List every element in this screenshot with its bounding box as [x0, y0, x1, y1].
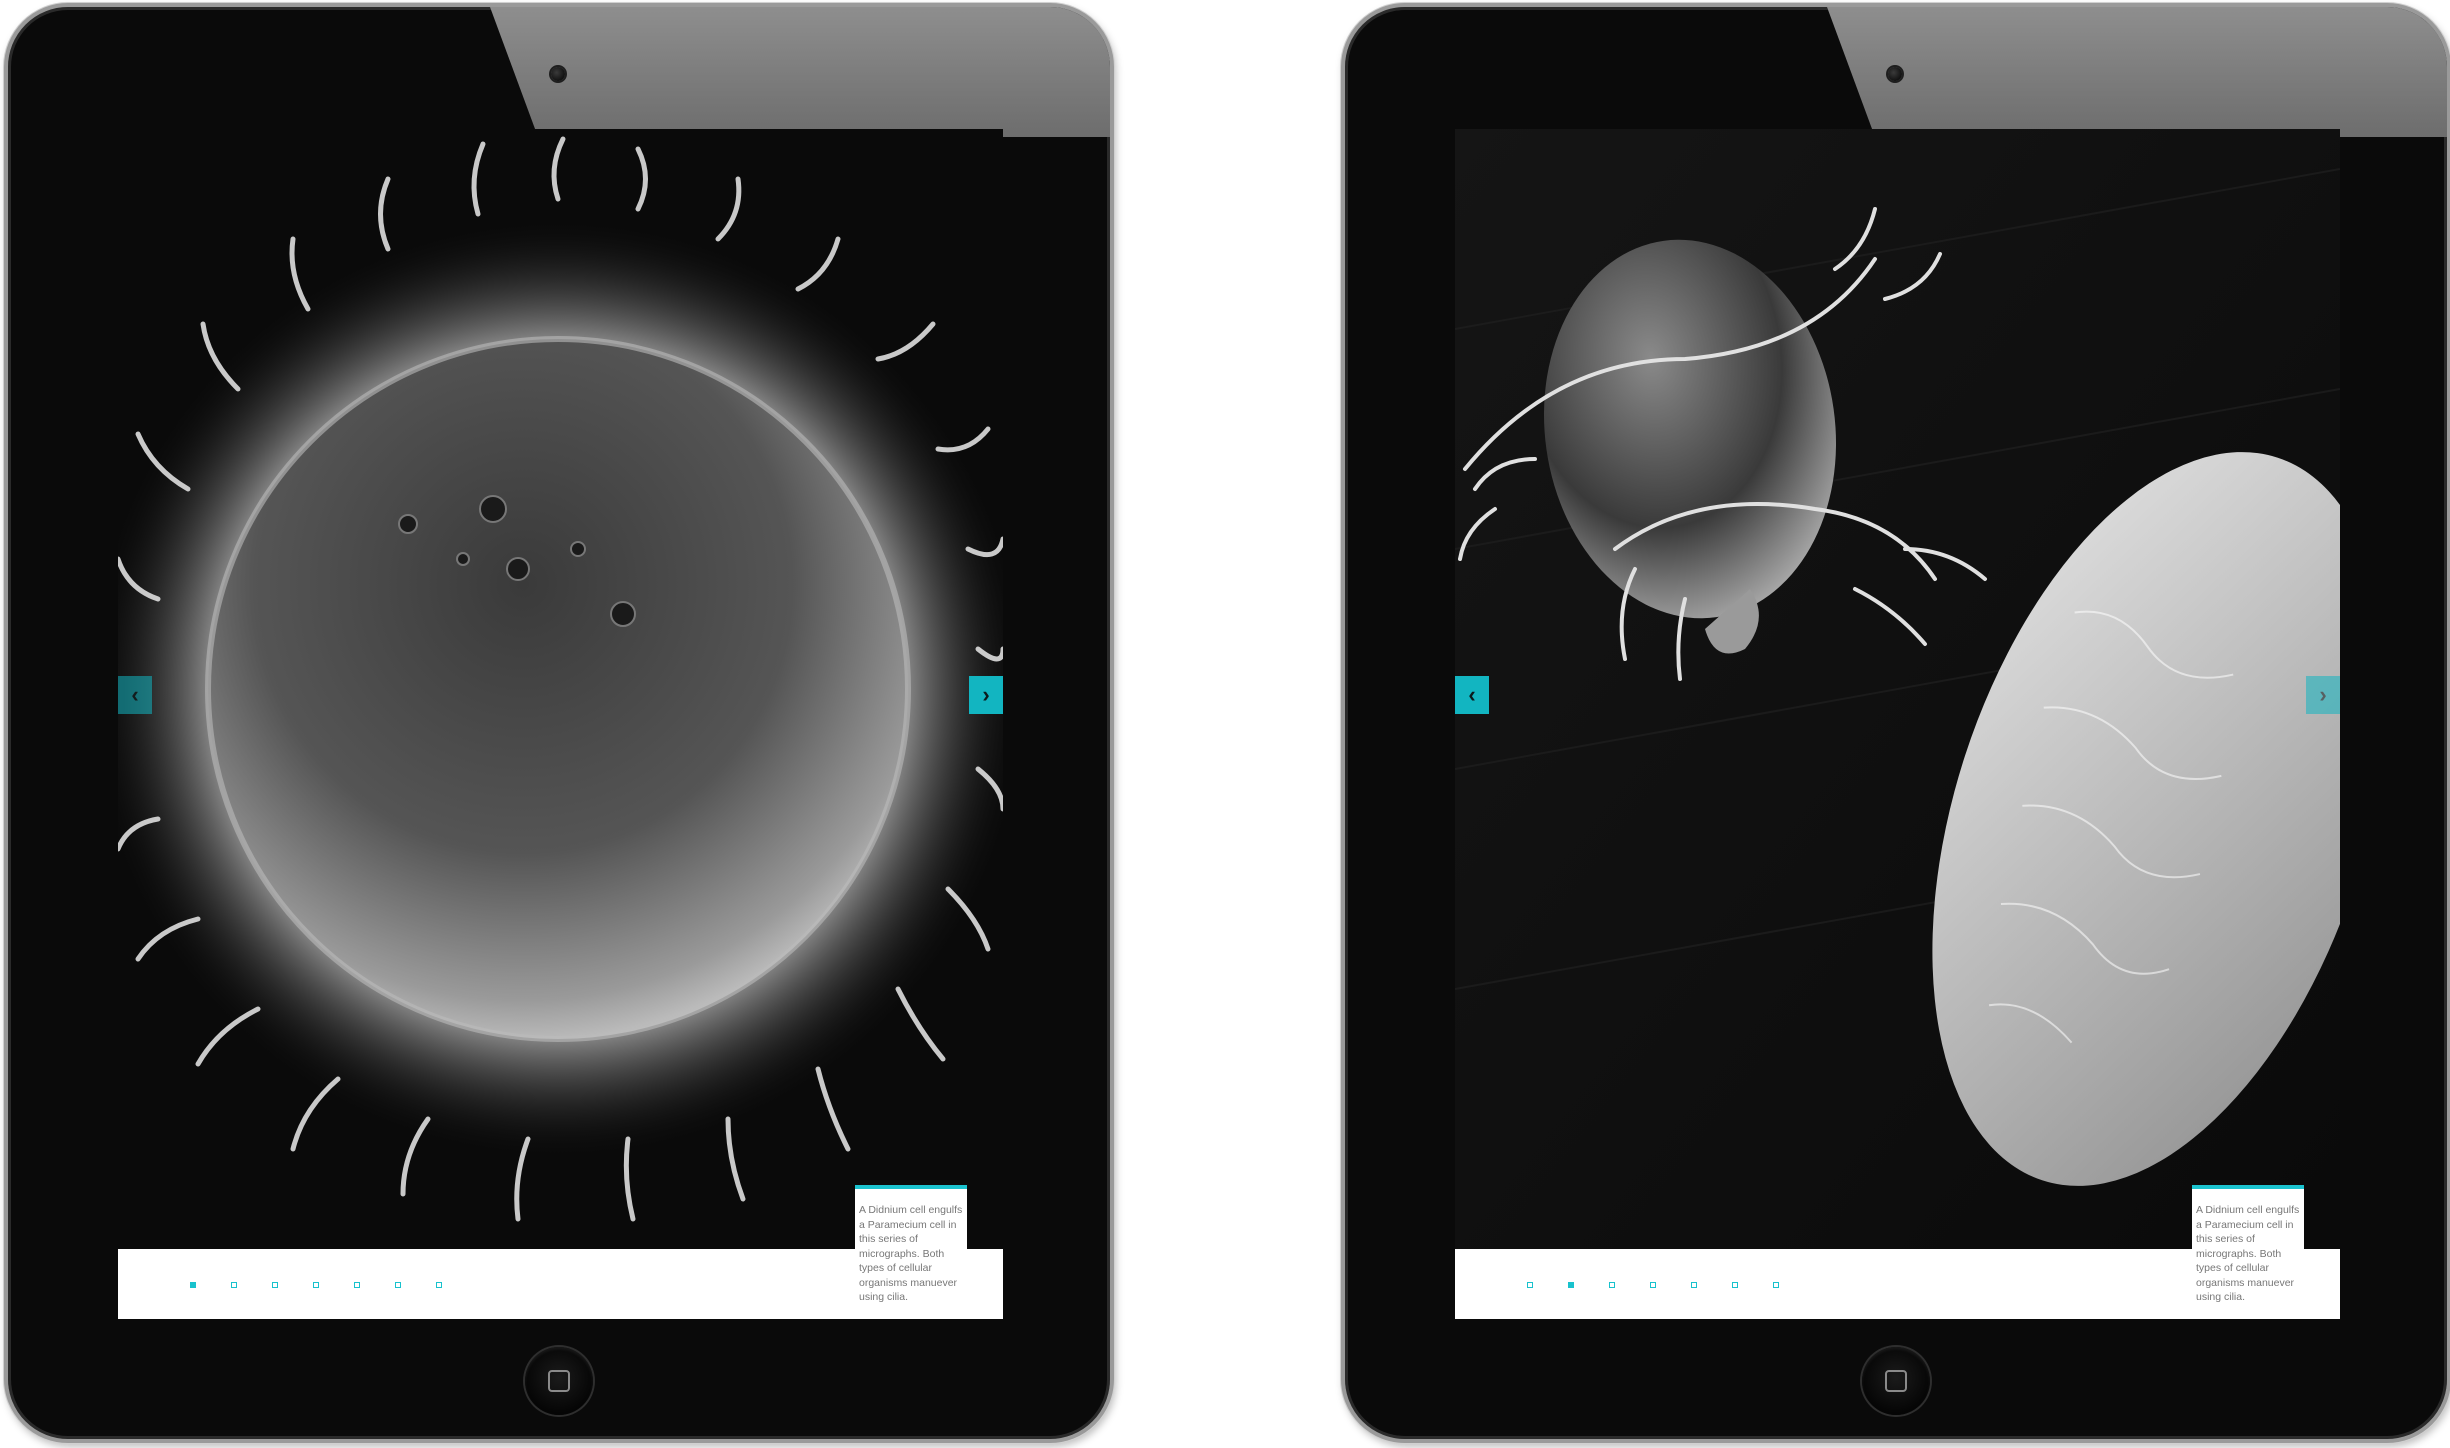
page-dot-3[interactable] [272, 1282, 278, 1288]
next-page-button[interactable]: › [969, 676, 1003, 714]
page-dot-2[interactable] [231, 1282, 237, 1288]
chevron-right-icon: › [982, 682, 990, 707]
camera-icon [1888, 67, 1902, 81]
page-dot-1[interactable] [1527, 1282, 1533, 1288]
page-dot-5[interactable] [1691, 1282, 1697, 1288]
home-button-icon[interactable] [525, 1347, 593, 1415]
app-screen: ‹ › A Didnium cell engulfs a Paramecium … [118, 129, 1003, 1319]
image-caption: A Didnium cell engulfs a Paramecium cell… [2192, 1185, 2304, 1319]
chevron-left-icon: ‹ [1468, 682, 1476, 707]
screen-glare [490, 7, 1110, 137]
previous-page-button[interactable]: ‹ [1455, 676, 1489, 714]
chevron-left-icon: ‹ [131, 682, 139, 707]
chevron-right-icon: › [2319, 682, 2327, 707]
home-button-icon[interactable] [1862, 1347, 1930, 1415]
image-caption: A Didnium cell engulfs a Paramecium cell… [855, 1185, 967, 1319]
micrograph-image [1455, 129, 2340, 1249]
app-screen: ‹ › A Didnium cell engulfs a Paramecium … [1455, 129, 2340, 1319]
next-page-button[interactable]: › [2306, 676, 2340, 714]
page-dot-1[interactable] [190, 1282, 196, 1288]
page-dot-5[interactable] [354, 1282, 360, 1288]
page-dot-6[interactable] [395, 1282, 401, 1288]
micrograph-image [118, 129, 1003, 1249]
page-dot-3[interactable] [1609, 1282, 1615, 1288]
caption-background [2304, 1249, 2340, 1319]
page-dot-2[interactable] [1568, 1282, 1574, 1288]
page-dot-4[interactable] [1650, 1282, 1656, 1288]
ipad-left: ‹ › A Didnium cell engulfs a Paramecium … [4, 3, 1114, 1443]
camera-icon [551, 67, 565, 81]
page-dot-7[interactable] [436, 1282, 442, 1288]
caption-background [967, 1249, 1003, 1319]
page-dot-6[interactable] [1732, 1282, 1738, 1288]
ipad-right: ‹ › A Didnium cell engulfs a Paramecium … [1341, 3, 2450, 1443]
screen-glare [1827, 7, 2447, 137]
page-dot-7[interactable] [1773, 1282, 1779, 1288]
previous-page-button[interactable]: ‹ [118, 676, 152, 714]
page-dot-4[interactable] [313, 1282, 319, 1288]
